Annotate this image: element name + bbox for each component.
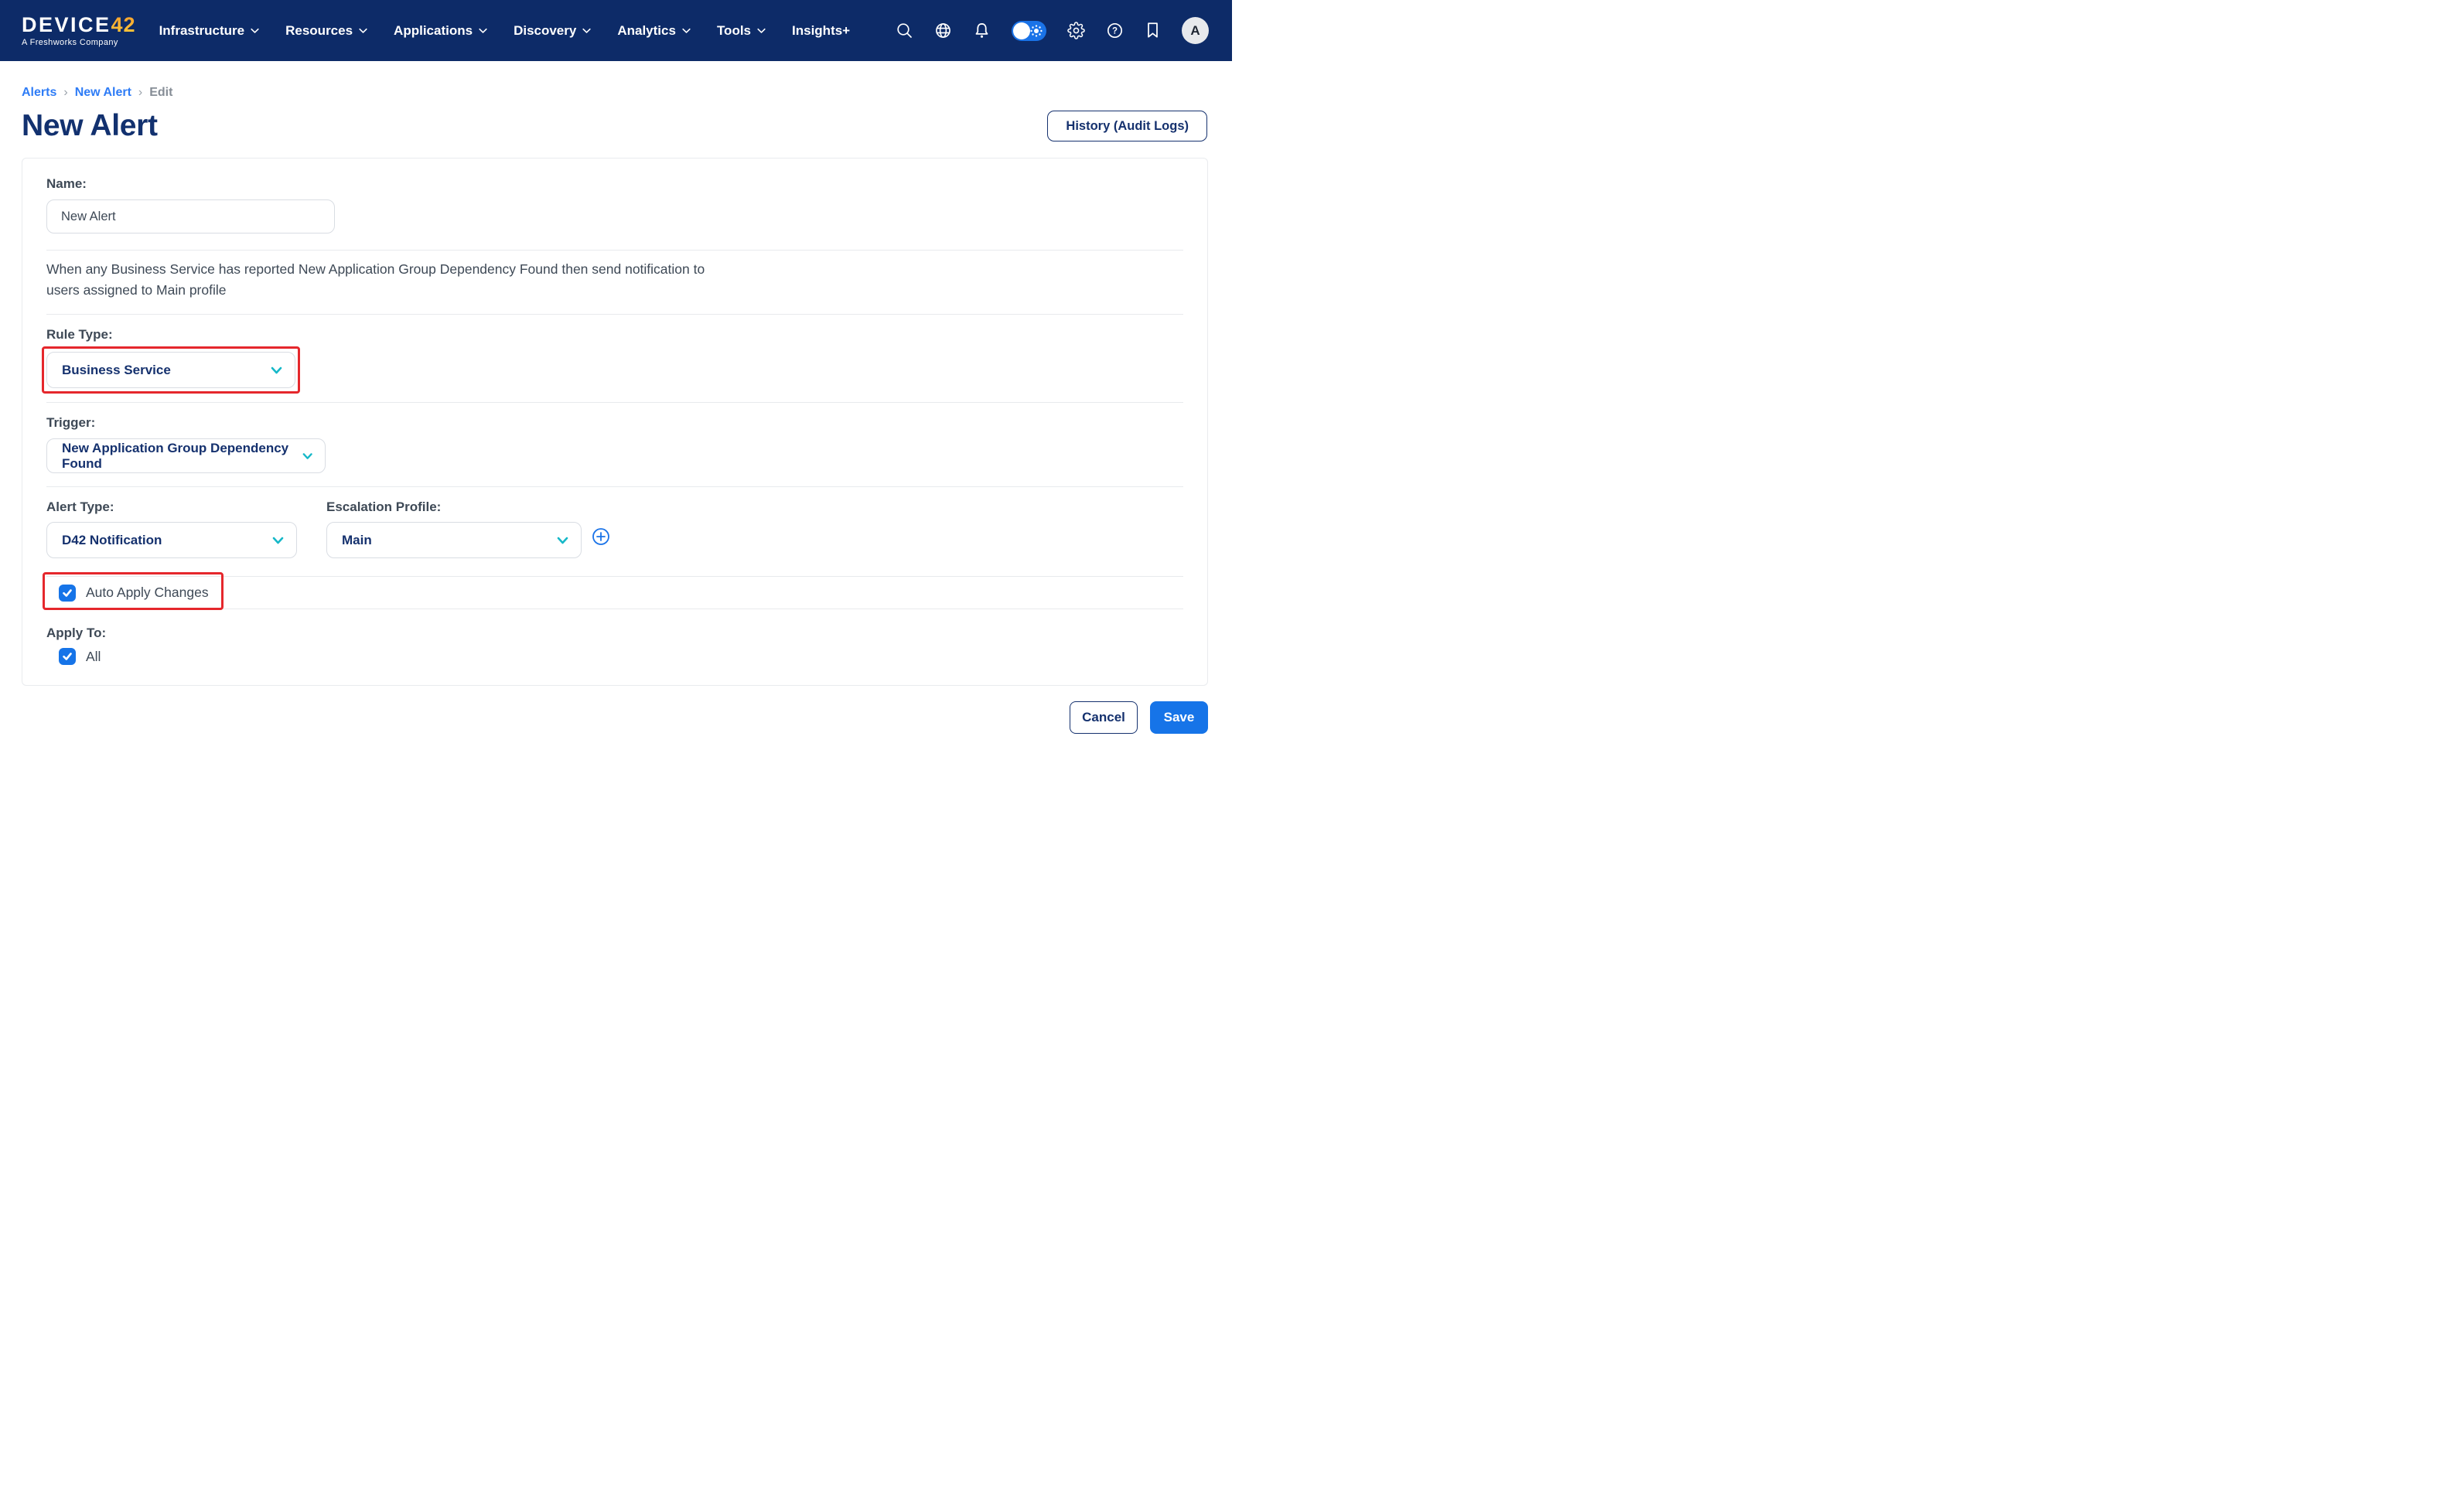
rule-type-row: Rule Type: Business Service [46, 315, 1183, 402]
chevron-down-icon [359, 28, 367, 34]
toggle-knob-icon [1013, 22, 1030, 39]
chevron-down-icon [582, 28, 591, 34]
chevron-down-icon [557, 537, 568, 544]
checkmark-icon [62, 588, 73, 598]
brand-suffix: 42 [111, 13, 136, 36]
settings-gear-icon[interactable] [1067, 22, 1085, 39]
breadcrumb-alerts[interactable]: Alerts [22, 86, 56, 100]
nav-item-analytics[interactable]: Analytics [617, 23, 691, 39]
brand-name: DEVICE [22, 13, 111, 36]
form-footer: Cancel Save [0, 701, 1208, 734]
name-label: Name: [46, 176, 1183, 192]
user-avatar[interactable]: A [1182, 17, 1209, 44]
auto-apply-checkbox[interactable] [59, 585, 76, 602]
globe-icon[interactable] [934, 22, 952, 39]
main-nav: Infrastructure Resources Applications Di… [159, 23, 851, 39]
breadcrumb-edit: Edit [149, 86, 172, 100]
chevron-down-icon [251, 28, 259, 34]
nav-item-infrastructure[interactable]: Infrastructure [159, 23, 260, 39]
auto-apply-label[interactable]: Auto Apply Changes [86, 585, 209, 601]
apply-to-label: Apply To: [46, 626, 1183, 641]
nav-item-tools[interactable]: Tools [717, 23, 766, 39]
alert-form-card: Name: When any Business Service has repo… [22, 158, 1208, 686]
chevron-down-icon [757, 28, 766, 34]
page-title: New Alert [22, 109, 158, 143]
alert-type-escalation-row: Alert Type: D42 Notification Escalation … [46, 487, 1183, 576]
notifications-bell-icon[interactable] [973, 22, 991, 39]
rule-type-select[interactable]: Business Service [46, 352, 295, 388]
chevron-down-icon [302, 452, 312, 460]
chevron-down-icon [479, 28, 487, 34]
trigger-row: Trigger: New Application Group Dependenc… [46, 403, 1183, 486]
trigger-select[interactable]: New Application Group Dependency Found [46, 438, 326, 473]
history-audit-logs-button[interactable]: History (Audit Logs) [1047, 111, 1207, 141]
breadcrumb-separator: › [63, 86, 67, 100]
rule-description: When any Business Service has reported N… [46, 251, 1183, 314]
nav-item-discovery[interactable]: Discovery [514, 23, 591, 39]
chevron-down-icon [272, 537, 284, 544]
chevron-down-icon [682, 28, 691, 34]
trigger-label: Trigger: [46, 415, 1183, 431]
breadcrumb-separator: › [138, 86, 142, 100]
nav-item-insights[interactable]: Insights+ [792, 23, 850, 39]
apply-to-all-option: All [46, 648, 1183, 665]
svg-text:?: ? [1112, 27, 1118, 36]
search-icon[interactable] [896, 22, 913, 39]
alert-type-label: Alert Type: [46, 499, 326, 515]
apply-to-all-label[interactable]: All [86, 649, 101, 665]
rule-type-label: Rule Type: [46, 327, 1183, 343]
sun-icon [1029, 23, 1044, 39]
apply-to-section: Apply To: All [46, 609, 1183, 685]
cancel-button[interactable]: Cancel [1070, 701, 1138, 734]
apply-to-all-checkbox[interactable] [59, 648, 76, 665]
nav-item-applications[interactable]: Applications [394, 23, 487, 39]
help-icon[interactable]: ? [1106, 22, 1124, 39]
save-button[interactable]: Save [1150, 701, 1208, 734]
brand-tagline: A Freshworks Company [22, 39, 136, 47]
breadcrumb: Alerts › New Alert › Edit [22, 86, 1207, 100]
name-input[interactable] [46, 199, 335, 234]
alert-type-select[interactable]: D42 Notification [46, 522, 297, 558]
chevron-down-icon [271, 366, 282, 374]
nav-item-resources[interactable]: Resources [285, 23, 367, 39]
escalation-profile-label: Escalation Profile: [326, 499, 610, 515]
escalation-profile-select[interactable]: Main [326, 522, 582, 558]
add-escalation-profile-icon[interactable] [592, 527, 610, 546]
device42-logo[interactable]: DEVICE42 A Freshworks Company [22, 15, 136, 47]
top-navbar: DEVICE42 A Freshworks Company Infrastruc… [0, 0, 1232, 61]
name-field-row: Name: [46, 159, 1183, 250]
navbar-icons: ? A [896, 17, 1209, 44]
bookmark-icon[interactable] [1145, 22, 1161, 39]
theme-toggle[interactable] [1012, 21, 1046, 41]
auto-apply-row: Auto Apply Changes [46, 577, 1183, 609]
breadcrumb-new-alert[interactable]: New Alert [75, 86, 131, 100]
checkmark-icon [62, 651, 73, 662]
